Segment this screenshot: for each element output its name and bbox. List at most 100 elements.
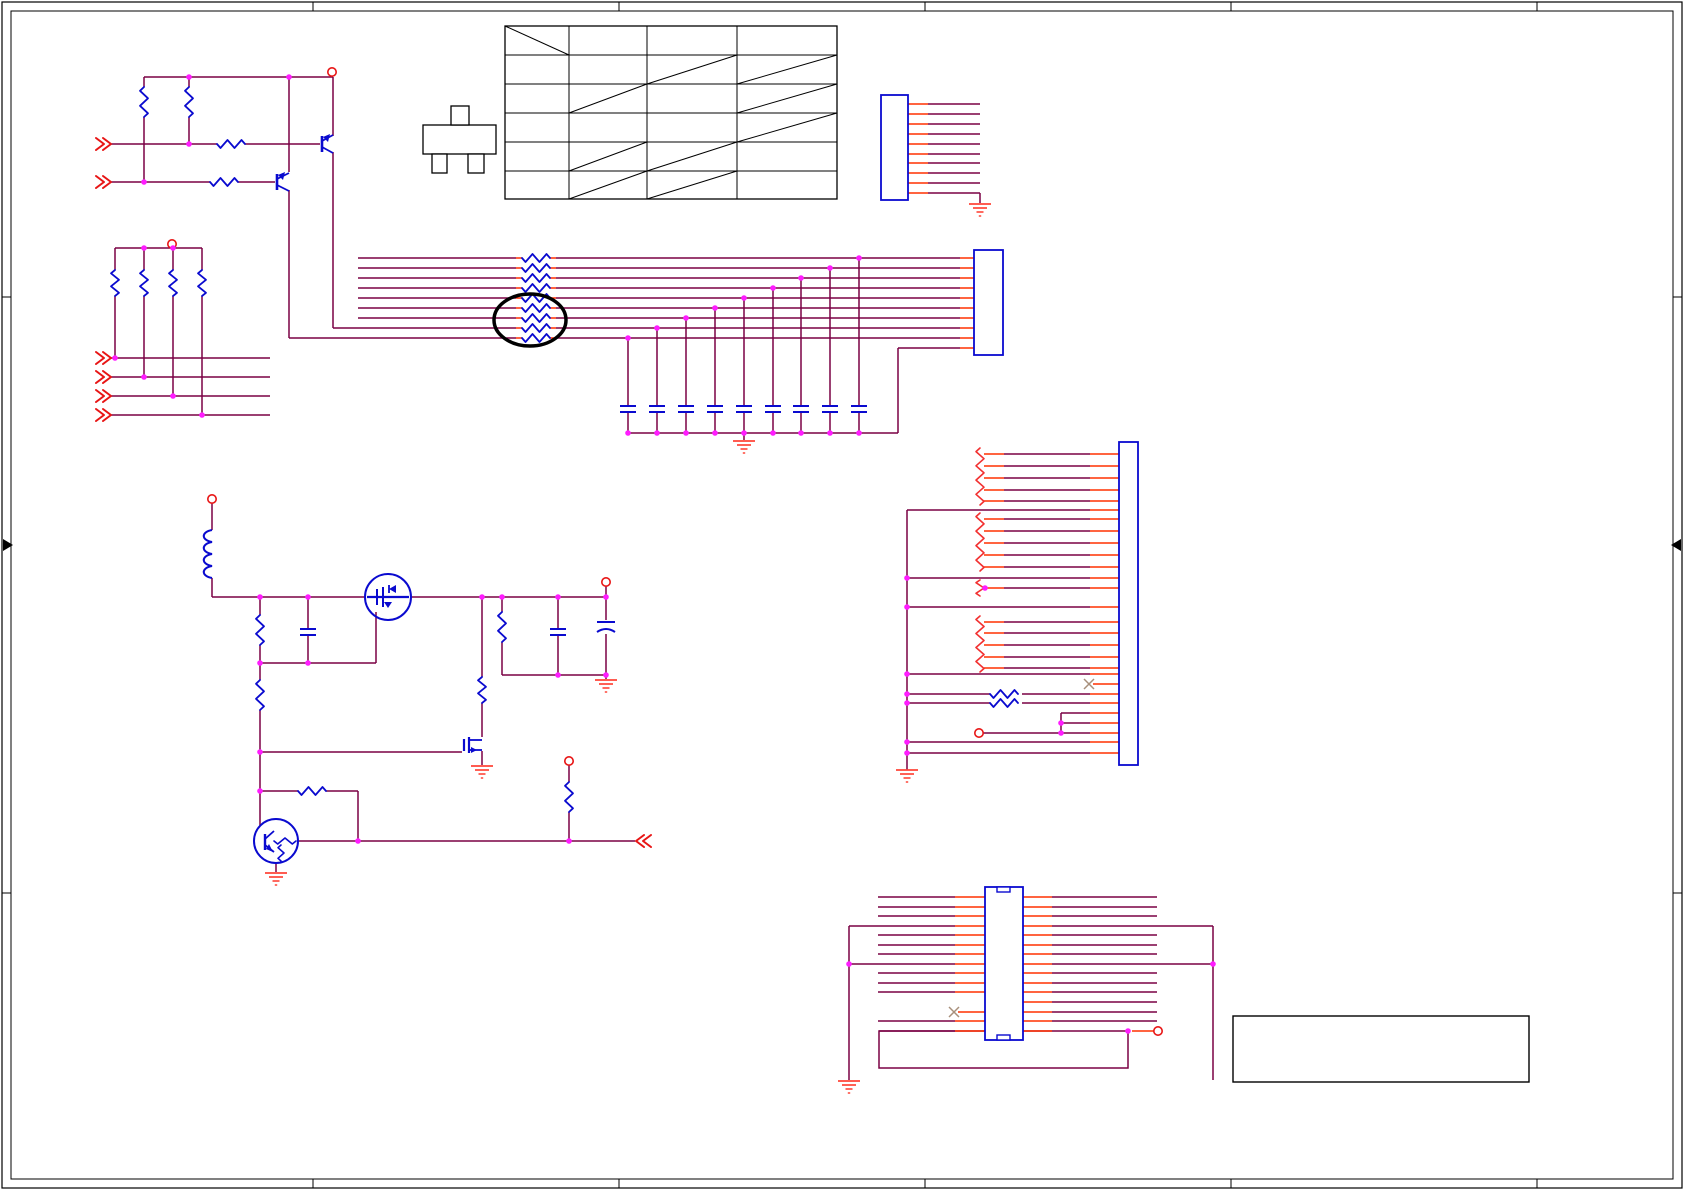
table-diagonal <box>568 141 648 172</box>
resistor[interactable] <box>989 689 1019 699</box>
resistor[interactable] <box>521 263 551 273</box>
junction-dot <box>904 750 910 756</box>
connector[interactable] <box>973 249 1004 356</box>
junction-dot <box>555 594 561 600</box>
schematic-canvas <box>1 1 1683 1189</box>
resistor[interactable] <box>521 313 551 323</box>
polarized-capacitor-plate <box>596 628 616 633</box>
power-port-icon[interactable] <box>973 727 984 738</box>
input-port-icon[interactable] <box>95 175 105 189</box>
resistor[interactable] <box>521 303 551 313</box>
component-outline-tab <box>431 153 448 174</box>
power-port-icon[interactable] <box>326 67 337 78</box>
component-outline[interactable] <box>422 124 497 155</box>
junction-dot <box>904 739 910 745</box>
resistor-pack[interactable] <box>975 615 985 673</box>
junction-dot <box>827 265 833 271</box>
resistor[interactable] <box>497 611 507 643</box>
junction-dot <box>827 430 833 436</box>
junction-dot <box>479 594 485 600</box>
junction-dot <box>654 325 660 331</box>
junction-dot <box>982 585 988 591</box>
resistor[interactable] <box>139 86 149 118</box>
resistor[interactable] <box>521 253 551 263</box>
title-block[interactable] <box>1232 1015 1530 1083</box>
resistor[interactable] <box>564 781 574 813</box>
table-diagonal <box>736 112 838 143</box>
component-outline-tab <box>467 153 485 174</box>
resistor[interactable] <box>209 177 239 187</box>
input-port-icon[interactable] <box>95 389 105 403</box>
junction-dot <box>1125 1028 1131 1034</box>
table-diagonal <box>646 54 738 85</box>
resistor[interactable] <box>139 269 149 297</box>
junction-dot <box>257 594 263 600</box>
junction-dot <box>186 141 192 147</box>
junction-dot <box>355 838 361 844</box>
table-diagonal <box>736 54 838 85</box>
resistor[interactable] <box>197 269 207 297</box>
junction-dot <box>257 749 263 755</box>
junction-dot <box>257 788 263 794</box>
resistor[interactable] <box>216 139 246 149</box>
input-port-icon[interactable] <box>95 370 105 384</box>
junction-dot <box>305 660 311 666</box>
power-port-icon[interactable] <box>600 576 611 587</box>
junction-dot <box>603 594 609 600</box>
mosfet-arrow <box>384 602 392 608</box>
junction-dot <box>286 74 292 80</box>
junction-dot <box>305 594 311 600</box>
junction-dot <box>741 430 747 436</box>
transistor-lead <box>321 146 334 154</box>
junction-dot <box>683 315 689 321</box>
resistor[interactable] <box>255 679 265 711</box>
junction-dot <box>856 430 862 436</box>
junction-dot <box>683 430 689 436</box>
input-port-icon[interactable] <box>95 408 105 422</box>
junction-dot <box>1058 730 1064 736</box>
junction-dot <box>141 245 147 251</box>
resistor[interactable] <box>989 698 1019 708</box>
resistor[interactable] <box>521 333 551 343</box>
table-diagonal <box>646 170 738 200</box>
junction-dot <box>1058 720 1064 726</box>
ic-notch <box>996 886 1011 893</box>
junction-dot <box>566 838 572 844</box>
resistor[interactable] <box>184 86 194 118</box>
input-port-icon[interactable] <box>95 137 105 151</box>
connector[interactable] <box>880 94 909 201</box>
resistor[interactable] <box>521 273 551 283</box>
resistor[interactable] <box>477 676 487 704</box>
junction-dot <box>904 671 910 677</box>
resistor-pack[interactable] <box>975 512 985 572</box>
table-diagonal <box>568 83 648 114</box>
junction-dot <box>170 393 176 399</box>
resistor[interactable] <box>255 614 265 646</box>
junction-dot <box>141 179 147 185</box>
junction-dot <box>846 961 852 967</box>
junction-dot <box>555 672 561 678</box>
inductor-icon[interactable] <box>202 529 213 579</box>
component-outline-tab <box>450 105 470 126</box>
resistor[interactable] <box>521 283 551 293</box>
resistor-pack[interactable] <box>975 447 985 506</box>
resistor[interactable] <box>521 323 551 333</box>
junction-dot <box>798 430 804 436</box>
ic-notch <box>996 1034 1011 1041</box>
resistor[interactable] <box>168 269 178 297</box>
input-port-icon[interactable] <box>95 351 105 365</box>
power-port-icon[interactable] <box>207 493 218 504</box>
transistor-lead <box>264 830 275 840</box>
power-port-icon[interactable] <box>563 755 574 766</box>
resistor[interactable] <box>110 269 120 297</box>
table-diagonal <box>646 141 738 172</box>
ic-chip[interactable] <box>984 886 1024 1041</box>
junction-dot <box>770 285 776 291</box>
resistor[interactable] <box>297 786 327 796</box>
junction-dot <box>170 245 176 251</box>
power-port-icon[interactable] <box>1153 1026 1164 1037</box>
output-port-chevron <box>642 834 652 848</box>
connector[interactable] <box>1118 441 1139 766</box>
junction-dot <box>603 672 609 678</box>
transistor-icon[interactable] <box>253 818 299 864</box>
